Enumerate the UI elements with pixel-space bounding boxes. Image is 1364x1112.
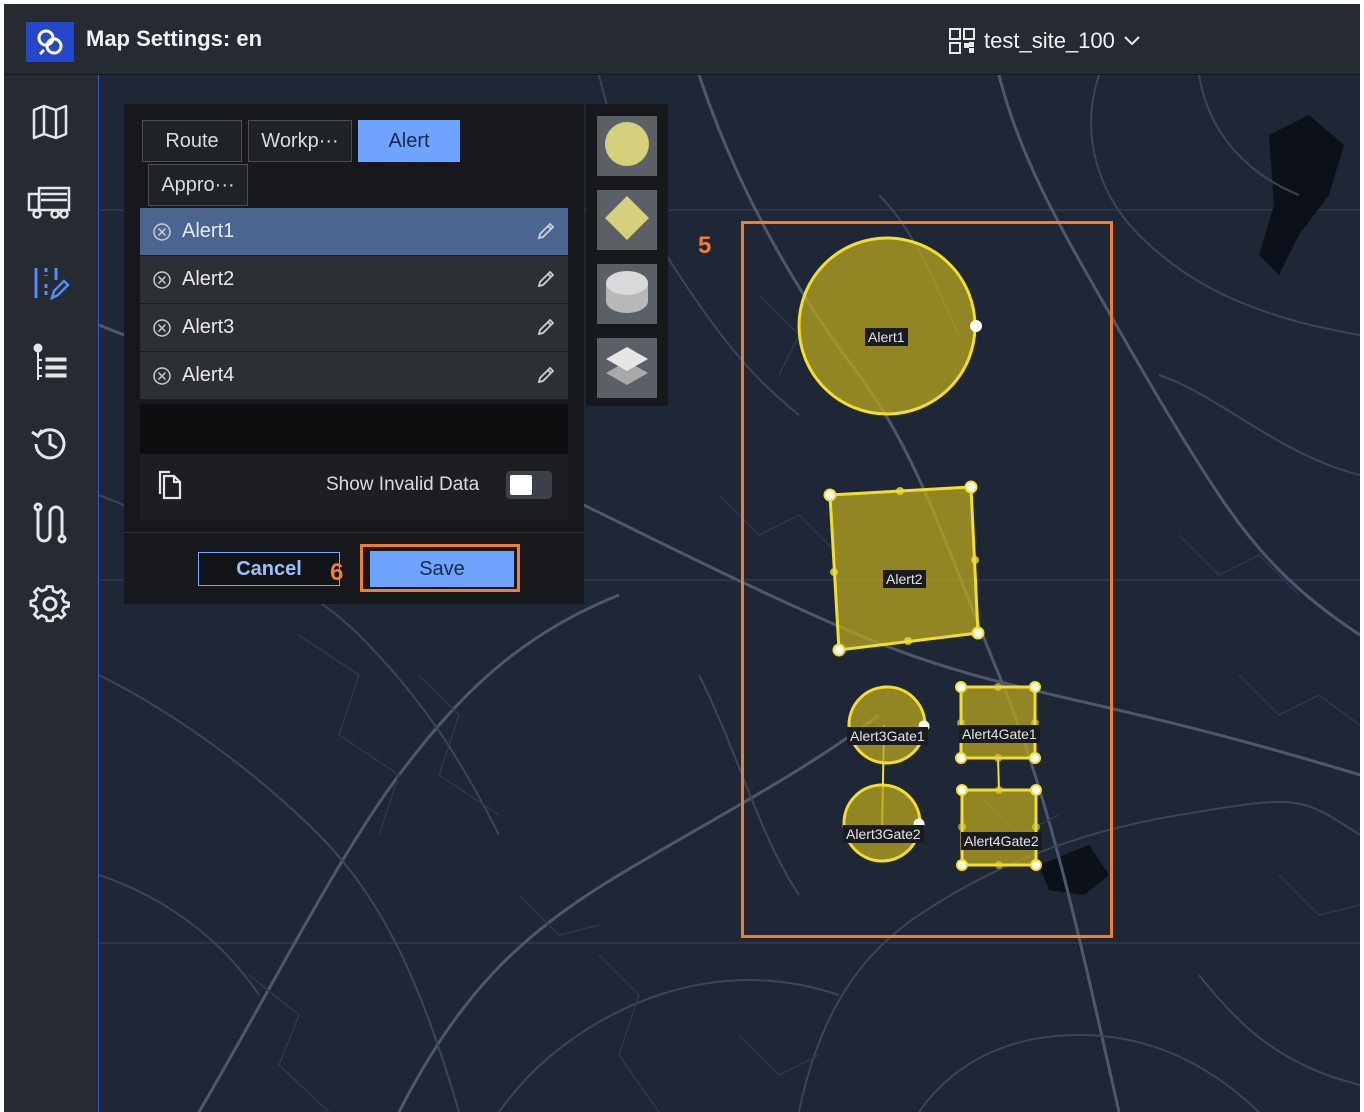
list-icon [30,342,70,391]
map-icon [30,102,70,147]
toggle-knob [510,475,532,495]
tab-route[interactable]: Route [142,120,242,162]
gear-icon [29,583,71,630]
diamond-shape-icon [602,193,652,248]
divider [124,532,584,533]
nav-settings[interactable] [24,581,76,631]
cylinder-shape-icon [602,265,652,324]
tab-approach[interactable]: Appro··· [148,164,248,206]
polygon-tool-button[interactable] [597,190,657,250]
alert-name: Alert1 [182,220,235,242]
tab-alert[interactable]: Alert [358,120,460,162]
shape-toolbar [586,104,668,406]
circle-tool-button[interactable] [597,116,657,176]
show-invalid-data-label: Show Invalid Data [326,474,480,495]
nav-vehicle[interactable] [24,179,76,229]
alert-name: Alert4 [182,364,235,386]
cylinder-tool-button[interactable] [597,264,657,324]
list-item-alert4[interactable]: Alert4 [140,352,568,400]
alert-name: Alert3 [182,316,235,338]
step-number-5: 5 [698,232,712,259]
chevron-down-icon [1123,35,1141,47]
pencil-icon[interactable] [536,269,556,295]
panel-footer: Show Invalid Data [140,454,568,520]
truck-icon [27,184,73,225]
alert-name: Alert2 [182,268,235,290]
circle-shape-icon [602,119,652,174]
highlight-box-6 [360,544,520,592]
edit-layout-icon [30,264,70,309]
nav-map-settings[interactable] [24,261,76,311]
list-empty-area [140,404,568,454]
step-number-6: 6 [330,559,344,586]
link-logo-icon[interactable] [26,22,74,62]
remove-circle-icon[interactable] [152,270,172,296]
qr-code-icon [948,27,976,55]
highlight-box-5 [741,221,1113,938]
remove-circle-icon[interactable] [152,222,172,248]
list-item-alert3[interactable]: Alert3 [140,304,568,352]
page-title: Map Settings: en [86,26,263,51]
app-window: Map Settings: en test_site_100 Alert1 Al… [4,4,1360,1112]
pencil-icon[interactable] [536,221,556,247]
history-icon [28,422,72,471]
route-icon [30,501,70,552]
alert-list: Alert1 Alert2 Alert3 Alert4 [140,208,568,400]
nav-history[interactable] [24,421,76,471]
nav-route[interactable] [24,501,76,551]
nav-list[interactable] [24,341,76,391]
tab-workplace[interactable]: Workp··· [248,120,352,162]
app-header: Map Settings: en test_site_100 [4,4,1360,75]
layers-tool-button[interactable] [597,338,657,398]
list-item-alert1[interactable]: Alert1 [140,208,568,256]
show-invalid-data-toggle[interactable] [506,471,552,499]
site-name: test_site_100 [984,28,1115,53]
site-selector[interactable]: test_site_100 [948,24,1141,58]
copy-icon[interactable] [158,470,184,505]
nav-map[interactable] [24,99,76,149]
layers-icon [602,339,652,398]
alert-settings-panel: Route Workp··· Alert Appro··· Alert1 Ale… [124,104,584,604]
cancel-button[interactable]: Cancel [198,552,340,586]
pencil-icon[interactable] [536,317,556,343]
side-navigation [4,75,99,1112]
remove-circle-icon[interactable] [152,318,172,344]
list-item-alert2[interactable]: Alert2 [140,256,568,304]
pencil-icon[interactable] [536,365,556,391]
remove-circle-icon[interactable] [152,366,172,392]
